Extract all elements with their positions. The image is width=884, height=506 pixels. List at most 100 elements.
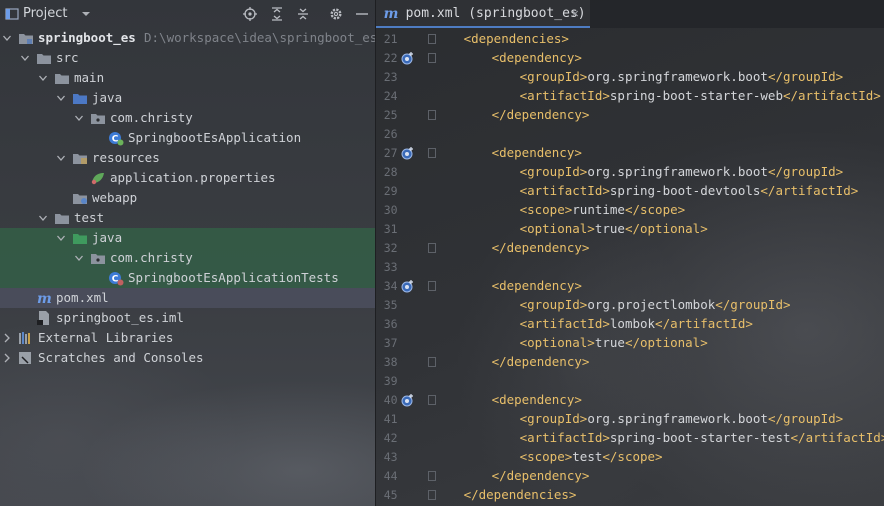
project-window-icon[interactable]: [5, 7, 19, 21]
xml-tag: </groupId>: [715, 297, 791, 312]
code-line[interactable]: 31 <optional>true</optional>: [376, 220, 884, 239]
code-text: <artifactId>spring-boot-starter-web</art…: [520, 88, 881, 103]
xml-tag: <groupId>: [519, 411, 588, 426]
tree-item-springboot-es-iml[interactable]: springboot_es.iml: [0, 308, 375, 328]
code-line[interactable]: 28 <groupId>org.springframework.boot</gro…: [376, 163, 884, 182]
tab-pom-xml[interactable]: m pom.xml (springboot_es) ✕: [375, 0, 590, 28]
chevron-down-icon[interactable]: [74, 252, 84, 264]
chevron-down-icon[interactable]: [56, 152, 66, 164]
code-line[interactable]: 29 <artifactId>spring-boot-devtools</arti…: [376, 182, 884, 201]
code-line[interactable]: 42 <artifactId>spring-boot-starter-test</…: [376, 429, 884, 448]
code-line[interactable]: 45 </dependencies>: [376, 486, 884, 505]
maven-icon: m: [37, 291, 52, 306]
tree-item-application-properties[interactable]: application.properties: [0, 168, 375, 188]
ide-window: Project springboot_es D:\workspace\idea\…: [0, 0, 884, 506]
project-panel-title[interactable]: Project: [23, 6, 67, 21]
line-number: 28: [383, 165, 398, 179]
tree-item-pom-xml[interactable]: m pom.xml: [0, 288, 375, 308]
code-line[interactable]: 32 </dependency>: [376, 239, 884, 258]
chevron-right-icon[interactable]: [2, 332, 12, 344]
fold-open-icon[interactable]: [427, 281, 436, 291]
code-line[interactable]: 38 </dependency>: [376, 353, 884, 372]
line-number: 33: [383, 260, 398, 274]
chevron-down-icon[interactable]: [38, 212, 48, 224]
chevron-down-icon[interactable]: [80, 7, 92, 21]
tree-item-test[interactable]: test: [0, 208, 375, 228]
code-line[interactable]: 36 <artifactId>lombok</artifactId>: [376, 315, 884, 334]
tree-item-springbootesapplication[interactable]: C SpringbootEsApplication: [0, 128, 375, 148]
xml-value: runtime: [572, 202, 625, 217]
collapse-all-icon[interactable]: [296, 7, 310, 21]
chevron-down-icon[interactable]: [56, 232, 66, 244]
tree-item-java[interactable]: java: [0, 228, 375, 248]
tree-item-java[interactable]: java: [0, 88, 375, 108]
dependency-gutter-icon[interactable]: [401, 393, 415, 407]
close-icon[interactable]: ✕: [572, 7, 584, 19]
code-text: <dependencies>: [464, 31, 569, 46]
code-line[interactable]: 26: [376, 125, 884, 144]
code-text: <optional>true</optional>: [520, 335, 708, 350]
code-text: <dependency>: [492, 145, 582, 160]
code-line[interactable]: 37 <optional>true</optional>: [376, 334, 884, 353]
fold-close-icon[interactable]: [427, 471, 436, 481]
expand-all-icon[interactable]: [270, 7, 284, 21]
code-line[interactable]: 27 <dependency>: [376, 144, 884, 163]
fold-close-icon[interactable]: [427, 243, 436, 253]
chevron-down-icon[interactable]: [38, 72, 48, 84]
line-number: 23: [383, 70, 398, 84]
tree-item-com-christy[interactable]: com.christy: [0, 108, 375, 128]
fold-close-icon[interactable]: [427, 110, 436, 120]
tree-item-label: java: [92, 230, 123, 245]
code-line[interactable]: 22 <dependency>: [376, 49, 884, 68]
code-line[interactable]: 44 </dependency>: [376, 467, 884, 486]
chevron-down-icon[interactable]: [2, 32, 12, 44]
tree-item-springboot-es[interactable]: springboot_es D:\workspace\idea\springboo…: [0, 28, 375, 48]
tree-item-scratches-and-consoles[interactable]: Scratches and Consoles: [0, 348, 375, 368]
fold-open-icon[interactable]: [427, 53, 436, 63]
dependency-gutter-icon[interactable]: [401, 51, 415, 65]
line-number: 43: [383, 450, 398, 464]
fold-close-icon[interactable]: [427, 490, 436, 500]
chevron-down-icon[interactable]: [56, 92, 66, 104]
tree-item-main[interactable]: main: [0, 68, 375, 88]
xml-tag: <dependency>: [491, 392, 582, 407]
tree-item-webapp[interactable]: webapp: [0, 188, 375, 208]
code-line[interactable]: 39: [376, 372, 884, 391]
code-line[interactable]: 34 <dependency>: [376, 277, 884, 296]
locate-icon[interactable]: [243, 7, 257, 21]
code-line[interactable]: 23 <groupId>org.springframework.boot</gro…: [376, 68, 884, 87]
code-line[interactable]: 33: [376, 258, 884, 277]
fold-open-icon[interactable]: [427, 34, 436, 44]
xml-value: lombok: [609, 316, 656, 331]
code-line[interactable]: 21 <dependencies>: [376, 30, 884, 49]
fold-close-icon[interactable]: [427, 357, 436, 367]
tree-item-external-libraries[interactable]: External Libraries: [0, 328, 375, 348]
code-line[interactable]: 24 <artifactId>spring-boot-starter-web</a…: [376, 87, 884, 106]
chevron-down-icon[interactable]: [74, 112, 84, 124]
dependency-gutter-icon[interactable]: [401, 146, 415, 160]
chevron-down-icon[interactable]: [20, 52, 30, 64]
tree-item-resources[interactable]: resources: [0, 148, 375, 168]
code-line[interactable]: 30 <scope>runtime</scope>: [376, 201, 884, 220]
xml-value: spring-boot-starter-test: [609, 430, 791, 445]
code-line[interactable]: 25 </dependency>: [376, 106, 884, 125]
tree-item-label: main: [74, 70, 105, 85]
code-line[interactable]: 40 <dependency>: [376, 391, 884, 410]
line-number: 27: [383, 146, 398, 160]
minimize-icon[interactable]: [355, 7, 369, 21]
code-line[interactable]: 35 <groupId>org.projectlombok</groupId>: [376, 296, 884, 315]
fold-open-icon[interactable]: [427, 395, 436, 405]
iml-file-icon: [37, 311, 49, 325]
gear-icon[interactable]: [329, 7, 343, 21]
code-line[interactable]: 41 <groupId>org.springframework.boot</gro…: [376, 410, 884, 429]
fold-open-icon[interactable]: [427, 148, 436, 158]
tree-item-springbootesapplicationtests[interactable]: C SpringbootEsApplicationTests: [0, 268, 375, 288]
line-number: 40: [383, 393, 398, 407]
chevron-right-icon[interactable]: [2, 352, 12, 364]
tree-item-com-christy[interactable]: com.christy: [0, 248, 375, 268]
tree-item-src[interactable]: src: [0, 48, 375, 68]
editor-tab-bar: m pom.xml (springboot_es) ✕: [375, 0, 884, 28]
code-text: <dependency>: [492, 50, 582, 65]
code-line[interactable]: 43 <scope>test</scope>: [376, 448, 884, 467]
dependency-gutter-icon[interactable]: [401, 279, 415, 293]
